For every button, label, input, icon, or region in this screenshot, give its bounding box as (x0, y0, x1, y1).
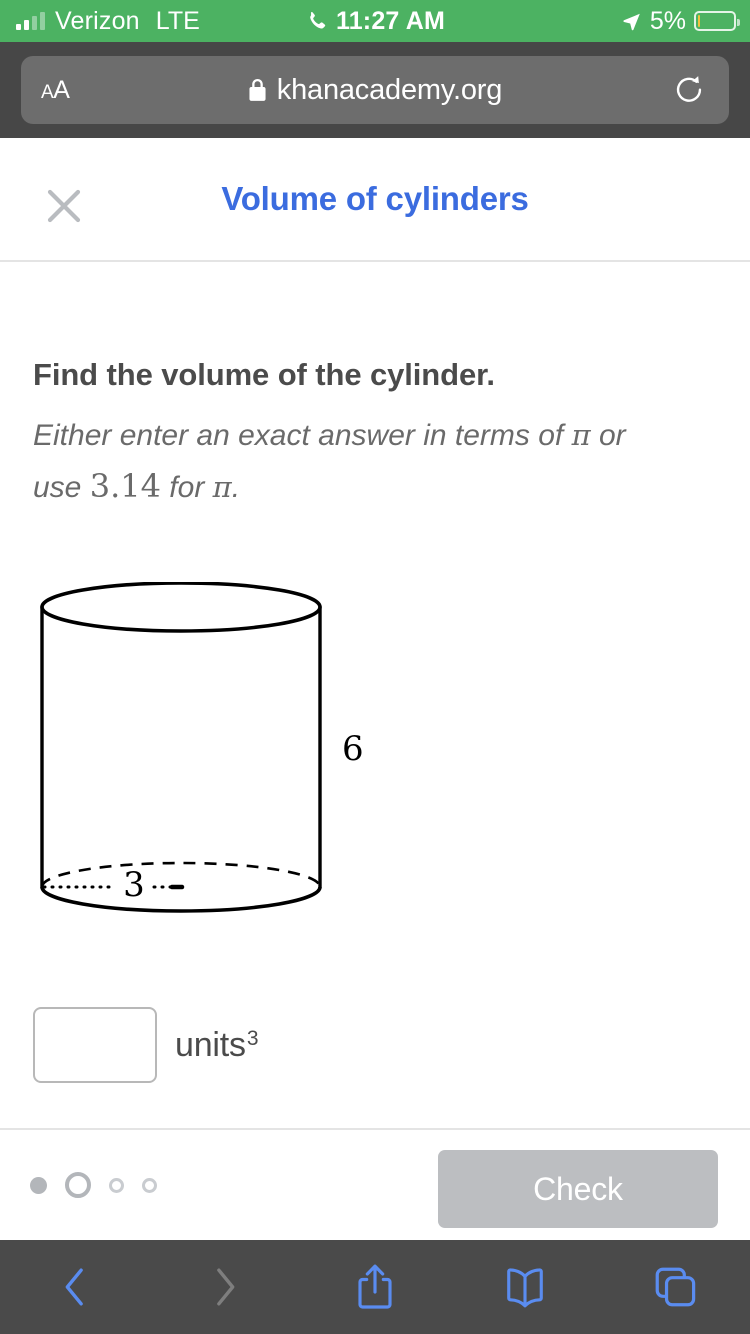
ios-status-bar: Verizon LTE 11:27 AM 5% (0, 0, 750, 42)
answer-row: units 3 (0, 1007, 750, 1083)
status-bar-right: 5% (621, 0, 740, 42)
pi-approximation-value: 3.14 (89, 467, 161, 505)
text-size-icon[interactable]: AA (41, 76, 70, 105)
units-text: units (175, 1025, 246, 1064)
page-title: Volume of cylinders (221, 180, 529, 217)
exercise-header: Volume of cylinders (0, 138, 750, 262)
check-button[interactable]: Check (438, 1150, 718, 1228)
address-bar-content: khanacademy.org (21, 74, 729, 107)
tabs-icon (655, 1267, 696, 1307)
problem-area: Find the volume of the cylinder. Either … (0, 262, 750, 1128)
instructions-part-1: Either enter an exact answer in terms of (33, 419, 572, 452)
units-exponent: 3 (246, 1026, 259, 1050)
url-label: khanacademy.org (276, 73, 503, 106)
share-icon (358, 1264, 392, 1309)
address-bar[interactable]: AA khanacademy.org (21, 56, 729, 124)
height-label: 6 (342, 729, 364, 769)
phone-icon (310, 12, 326, 29)
safari-bottom-toolbar (0, 1240, 750, 1334)
units-label: units 3 (175, 1025, 259, 1065)
chevron-left-icon (65, 1268, 83, 1306)
location-arrow-icon (623, 13, 640, 30)
battery-fill (698, 15, 701, 27)
problem-instructions: Either enter an exact answer in terms of… (33, 410, 723, 513)
progress-dot-3[interactable] (109, 1177, 124, 1193)
share-button[interactable] (300, 1262, 450, 1312)
exercise-footer: Check (0, 1128, 750, 1240)
battery-percent-label: 5% (649, 6, 686, 35)
tabs-button[interactable] (600, 1264, 750, 1310)
cylinder-top-ellipse (40, 582, 322, 633)
progress-dot-2-current[interactable] (65, 1172, 91, 1198)
instructions-part-3: use (33, 471, 90, 504)
progress-indicator (30, 1130, 157, 1240)
cylinder-figure: 3 6 (40, 582, 364, 913)
progress-dot-4[interactable] (142, 1177, 157, 1193)
safari-top-bar: AA khanacademy.org (0, 42, 750, 138)
radius-label: 3 (123, 865, 145, 905)
back-button[interactable] (0, 1264, 150, 1310)
instructions-part-5: . (231, 471, 241, 504)
progress-dot-1[interactable] (30, 1176, 47, 1194)
problem-prompt: Find the volume of the cylinder. (33, 357, 495, 392)
answer-input[interactable] (33, 1007, 157, 1083)
lock-icon (249, 78, 266, 101)
pi-symbol-2: π (212, 470, 232, 504)
reload-icon[interactable] (673, 74, 705, 106)
book-icon (507, 1268, 543, 1308)
cylinder-bottom-back-arc (40, 861, 322, 888)
instructions-part-4: for (160, 471, 213, 504)
instructions-part-2: or (590, 419, 626, 452)
chevron-right-icon (217, 1268, 235, 1306)
status-bar-clock: 11:27 AM (335, 6, 446, 35)
cylinder-bottom-front-arc (40, 886, 322, 913)
forward-button (150, 1264, 300, 1310)
bookmarks-button[interactable] (450, 1264, 600, 1310)
battery-icon (694, 11, 740, 31)
pi-symbol: π (571, 418, 591, 452)
